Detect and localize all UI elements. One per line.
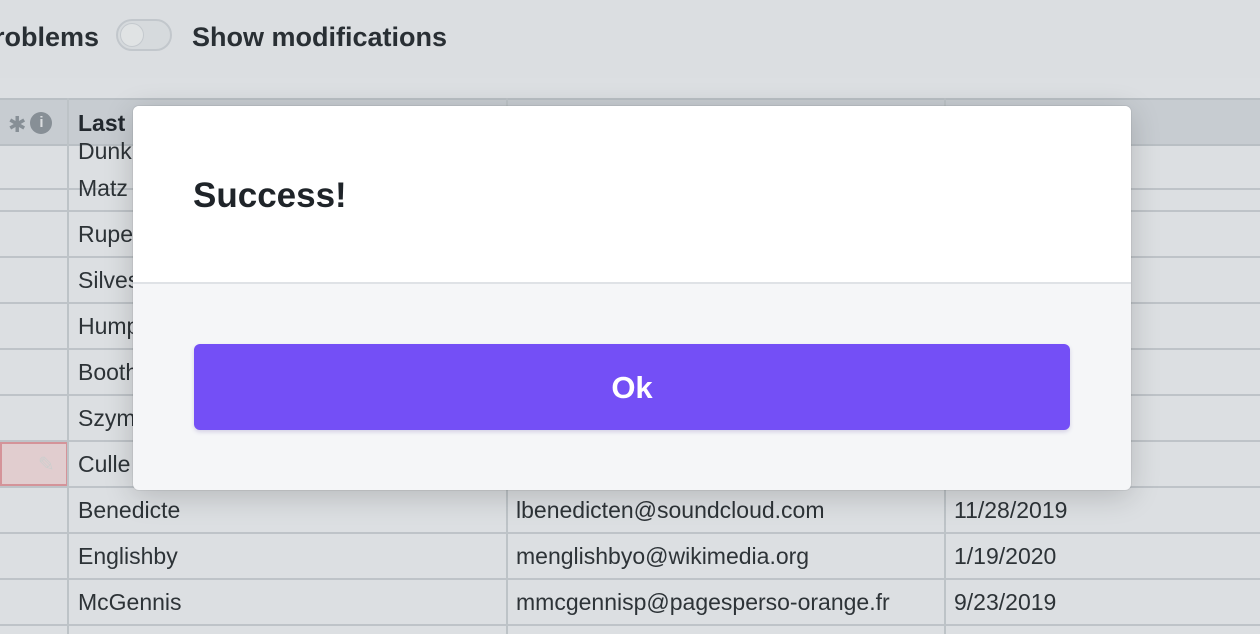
ok-button[interactable]: Ok bbox=[194, 344, 1070, 430]
success-dialog: Success! Ok bbox=[133, 106, 1131, 490]
page: roblems Show modifications ✱ i Last Dunk … bbox=[0, 0, 1260, 634]
dialog-header: Success! bbox=[133, 106, 1131, 284]
dialog-title: Success! bbox=[193, 176, 347, 215]
